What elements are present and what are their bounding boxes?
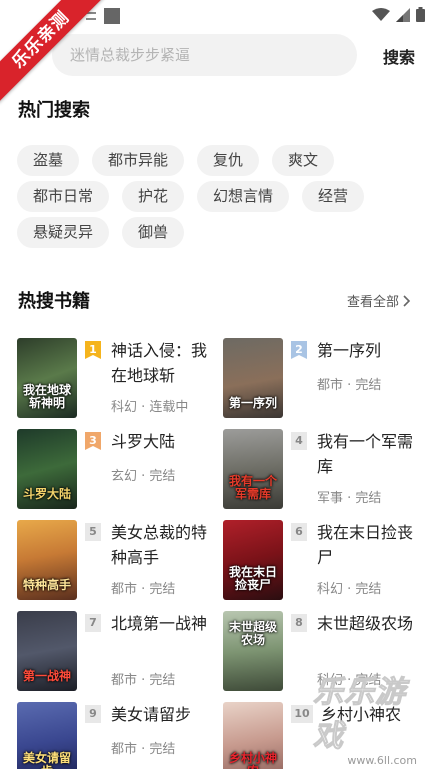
book-cover[interactable]: 斗罗大陆 [17, 429, 77, 509]
wifi-icon [372, 7, 390, 21]
tag-chip[interactable]: 爽文 [272, 145, 335, 176]
rank-badge: 2 [291, 341, 307, 359]
view-all-link[interactable]: 查看全部 [347, 291, 411, 310]
cover-title: 斗罗大陆 [22, 487, 71, 501]
hot-search-tags: 盗墓 都市异能 复仇 爽文 都市日常 护花 幻想言情 经营 悬疑灵异 御兽 [17, 145, 417, 248]
battery-icon [416, 7, 425, 22]
book-meta: 军事 · 完结 [317, 491, 382, 506]
book-cover[interactable]: 我在地球斩神明 [17, 338, 77, 418]
tag-chip[interactable]: 悬疑灵异 [17, 217, 110, 248]
tag-chip[interactable]: 复仇 [197, 145, 260, 176]
rank-badge: 3 [85, 432, 101, 450]
cover-title: 我有一个军需库 [228, 474, 277, 501]
book-item[interactable]: 美女请留步 9 美女请留步 都市 · 完结 [17, 702, 217, 769]
book-cover[interactable]: 我有一个军需库 [223, 429, 283, 509]
cover-title: 乡村小神农 [228, 751, 277, 769]
book-title: 神话入侵：我在地球斩 [111, 341, 208, 385]
book-cover[interactable]: 我在末日捡丧尸 [223, 520, 283, 600]
book-cover[interactable]: 乡村小神农 [223, 702, 283, 769]
book-cover[interactable]: 第一战神 [17, 611, 77, 691]
rank-badge: 6 [291, 523, 307, 541]
watermark: 乐乐游戏 www.6ll.com [313, 675, 433, 769]
book-item[interactable]: 我有一个军需库 4 我有一个军需库 军事 · 完结 [223, 429, 423, 515]
book-title: 斗罗大陆 [111, 432, 176, 451]
tag-chip[interactable]: 盗墓 [17, 145, 80, 176]
rank-badge: 10 [291, 705, 313, 723]
book-meta: 都市 · 完结 [111, 582, 176, 597]
cover-title: 第一序列 [228, 396, 277, 410]
rank-badge: 4 [291, 432, 307, 450]
signal-icon [396, 7, 410, 22]
ribbon-label: 乐乐亲测 [0, 0, 104, 103]
chevron-right-icon [403, 294, 411, 307]
cover-title: 我在末日捡丧尸 [228, 565, 277, 592]
book-meta: 科幻 · 连载中 [111, 400, 189, 415]
book-title: 第一序列 [317, 341, 382, 360]
book-item[interactable]: 特种高手 5 美女总裁的特种高手 都市 · 完结 [17, 520, 217, 606]
hot-books-title: 热搜书籍 [18, 291, 90, 312]
book-title: 北境第一战神 [111, 614, 208, 633]
cover-title: 特种高手 [22, 578, 71, 592]
cover-title: 第一战神 [22, 669, 71, 683]
book-meta: 科幻 · 完结 [317, 582, 382, 597]
book-meta: 都市 · 完结 [111, 742, 176, 757]
search-button[interactable]: 搜索 [383, 44, 415, 68]
tag-chip[interactable]: 护花 [122, 181, 185, 212]
book-item[interactable]: 我在地球斩神明 1 神话入侵：我在地球斩 科幻 · 连载中 [17, 338, 217, 424]
tag-chip[interactable]: 经营 [302, 181, 365, 212]
book-cover[interactable]: 美女请留步 [17, 702, 77, 769]
tag-chip[interactable]: 幻想言情 [197, 181, 290, 212]
corner-ribbon: 乐乐亲测 [0, 0, 110, 110]
tag-chip[interactable]: 都市日常 [17, 181, 110, 212]
book-item[interactable]: 第一战神 7 北境第一战神 都市 · 完结 [17, 611, 217, 697]
rank-badge: 9 [85, 705, 101, 723]
book-meta: 都市 · 完结 [111, 673, 176, 688]
tag-chip[interactable]: 御兽 [122, 217, 185, 248]
book-cover[interactable]: 第一序列 [223, 338, 283, 418]
cover-title: 美女请留步 [22, 751, 71, 769]
tag-chip[interactable]: 都市异能 [92, 145, 185, 176]
book-title: 美女总裁的特种高手 [111, 523, 208, 567]
view-all-label: 查看全部 [346, 295, 399, 310]
book-item[interactable]: 我在末日捡丧尸 6 我在末日捡丧尸 科幻 · 完结 [223, 520, 423, 606]
book-meta: 都市 · 完结 [317, 378, 382, 393]
rank-badge: 1 [85, 341, 101, 359]
watermark-text: 乐乐游戏 [313, 675, 406, 755]
watermark-url: www.6ll.com [347, 754, 417, 767]
rank-badge: 7 [85, 614, 101, 632]
cover-title: 我在地球斩神明 [22, 383, 71, 410]
rank-badge: 8 [291, 614, 307, 632]
cover-title: 末世超级农场 [228, 620, 277, 647]
book-title: 美女请留步 [111, 705, 192, 724]
book-item[interactable]: 第一序列 2 第一序列 都市 · 完结 [223, 338, 423, 424]
book-title: 我有一个军需库 [317, 432, 414, 476]
book-cover[interactable]: 末世超级农场 [223, 611, 283, 691]
book-item[interactable]: 斗罗大陆 3 斗罗大陆 玄幻 · 完结 [17, 429, 217, 515]
book-cover[interactable]: 特种高手 [17, 520, 77, 600]
book-meta: 玄幻 · 完结 [111, 469, 176, 484]
book-title: 我在末日捡丧尸 [317, 523, 414, 567]
rank-badge: 5 [85, 523, 101, 541]
book-title: 末世超级农场 [317, 614, 414, 633]
